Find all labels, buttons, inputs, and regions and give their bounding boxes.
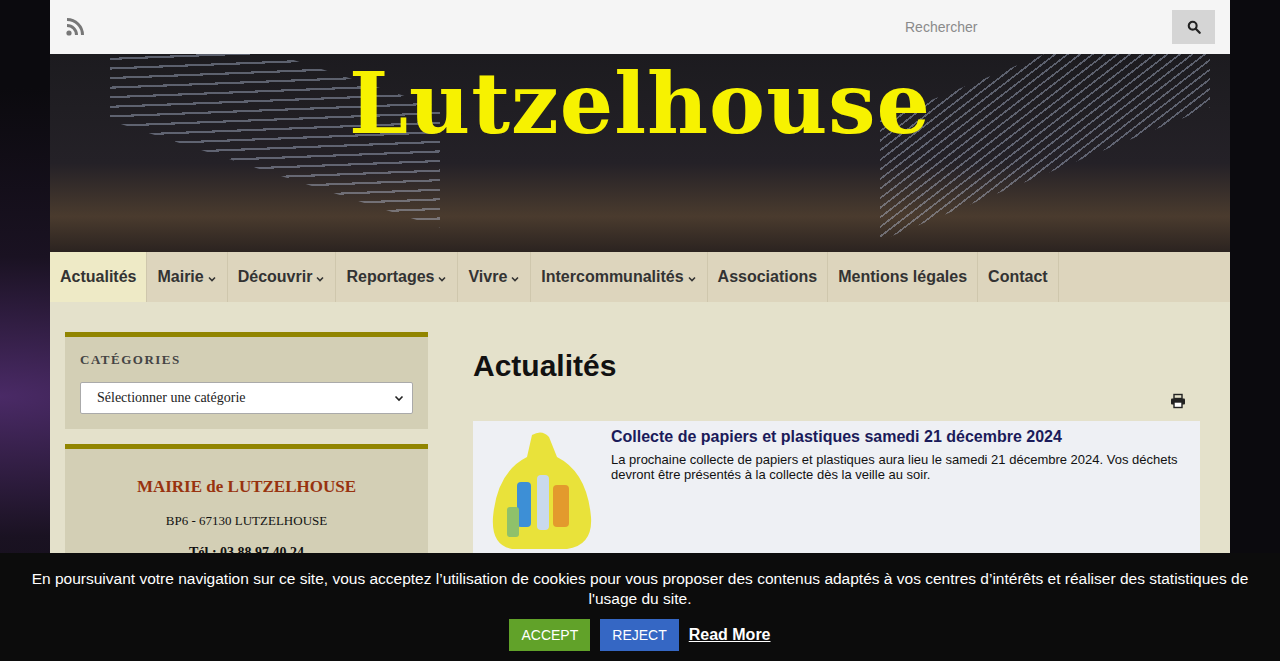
- search-input[interactable]: [895, 10, 1172, 44]
- article-title[interactable]: Collecte de papiers et plastiques samedi…: [611, 427, 1186, 448]
- printer-icon[interactable]: [1170, 393, 1186, 409]
- recycling-bag-image: [487, 427, 597, 552]
- nav-item[interactable]: Découvrir: [228, 252, 337, 302]
- mairie-address: BP6 - 67130 LUTZELHOUSE: [80, 513, 413, 529]
- chevron-down-icon: [207, 274, 217, 284]
- print-row: [473, 385, 1200, 421]
- header-banner[interactable]: Lutzelhouse: [50, 54, 1230, 252]
- category-select[interactable]: Sélectionner une catégorie: [80, 382, 413, 414]
- nav-item[interactable]: Mentions légales: [828, 252, 978, 302]
- article-card[interactable]: Collecte de papiers et plastiques samedi…: [473, 421, 1200, 571]
- main-nav: ActualitésMairieDécouvrirReportagesVivre…: [50, 252, 1230, 302]
- cookie-banner: En poursuivant votre navigation sur ce s…: [0, 553, 1280, 661]
- search-form: [895, 10, 1215, 44]
- article-body: Collecte de papiers et plastiques samedi…: [611, 427, 1186, 557]
- nav-item[interactable]: Actualités: [50, 252, 147, 302]
- chevron-down-icon: [394, 393, 404, 403]
- search-button[interactable]: [1172, 10, 1215, 44]
- cookie-text: En poursuivant votre navigation sur ce s…: [10, 569, 1270, 609]
- article-excerpt: La prochaine collecte de papiers et plas…: [611, 452, 1186, 483]
- accept-button[interactable]: ACCEPT: [509, 619, 590, 651]
- nav-item[interactable]: Reportages: [336, 252, 458, 302]
- widget-title: CATÉGORIES: [80, 352, 413, 368]
- search-icon: [1187, 20, 1201, 34]
- mairie-name: MAIRIE de LUTZELHOUSE: [80, 477, 413, 497]
- page: LutzelhouseActualitésMairieDécouvrirRepo…: [0, 0, 1280, 661]
- nav-item[interactable]: Contact: [978, 252, 1059, 302]
- rss-icon[interactable]: [65, 17, 85, 37]
- site-title[interactable]: Lutzelhouse: [349, 58, 931, 252]
- reject-button[interactable]: REJECT: [600, 619, 678, 651]
- chevron-down-icon: [510, 274, 520, 284]
- chevron-down-icon: [437, 274, 447, 284]
- cookie-actions: ACCEPT REJECT Read More: [10, 619, 1270, 651]
- top-bar: [50, 0, 1230, 54]
- page-title: Actualités: [473, 346, 1200, 385]
- nav-item[interactable]: Vivre: [458, 252, 531, 302]
- chevron-down-icon: [315, 274, 325, 284]
- nav-item[interactable]: Mairie: [147, 252, 227, 302]
- categories-widget: CATÉGORIES Sélectionner une catégorie: [65, 332, 428, 429]
- read-more-link[interactable]: Read More: [689, 626, 771, 644]
- nav-item[interactable]: Associations: [708, 252, 829, 302]
- nav-item[interactable]: Intercommunalités: [531, 252, 707, 302]
- chevron-down-icon: [687, 274, 697, 284]
